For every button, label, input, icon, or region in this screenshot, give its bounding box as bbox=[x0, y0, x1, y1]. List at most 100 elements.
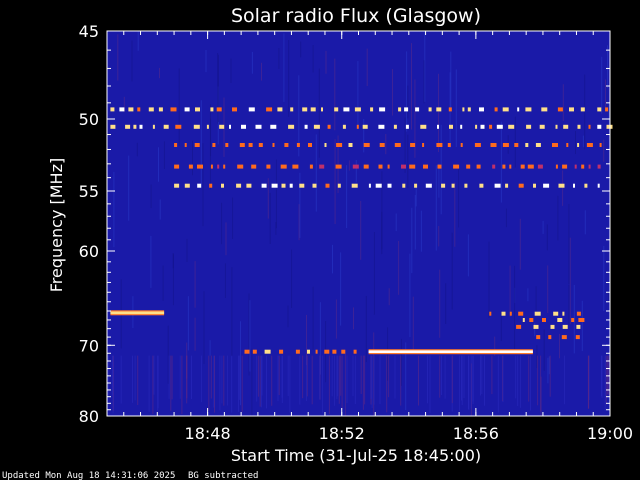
lower-streak bbox=[519, 355, 521, 408]
emission-dot bbox=[423, 164, 428, 169]
emission-dot bbox=[518, 183, 524, 188]
emission-dot bbox=[264, 349, 271, 354]
emission-dot bbox=[557, 107, 563, 112]
emission-dot bbox=[363, 164, 369, 169]
noise-streak bbox=[411, 43, 412, 130]
lower-streak bbox=[111, 355, 113, 396]
noise-streak bbox=[455, 69, 457, 147]
noise-streak bbox=[584, 210, 586, 235]
emission-dot bbox=[573, 183, 575, 188]
noise-streak bbox=[363, 119, 365, 153]
emission-dot bbox=[378, 164, 383, 169]
emission-dot bbox=[239, 143, 245, 147]
emission-dot bbox=[393, 124, 397, 129]
noise-streak bbox=[318, 68, 320, 158]
lower-streak bbox=[306, 355, 308, 401]
noise-streak bbox=[225, 222, 227, 256]
noise-streak bbox=[603, 245, 605, 311]
noise-streak bbox=[534, 322, 536, 337]
emission-dot bbox=[184, 107, 190, 112]
lower-streak bbox=[530, 355, 531, 411]
noise-streak bbox=[467, 234, 469, 277]
lower-streak bbox=[461, 355, 462, 401]
noise-streak bbox=[548, 356, 550, 375]
emission-dot bbox=[517, 107, 520, 112]
noise-streak bbox=[107, 116, 109, 168]
emission-dot bbox=[110, 107, 115, 112]
noise-streak bbox=[340, 252, 342, 326]
noise-streak bbox=[209, 104, 211, 190]
noise-streak bbox=[300, 41, 302, 58]
emission-dot bbox=[188, 164, 193, 169]
lower-streak bbox=[362, 355, 364, 410]
emission-dot bbox=[402, 183, 406, 188]
emission-dot bbox=[351, 183, 358, 188]
emission-dot bbox=[324, 349, 330, 354]
emission-dot bbox=[563, 124, 569, 129]
noise-streak bbox=[575, 131, 576, 155]
lower-streak bbox=[311, 355, 313, 405]
emission-dot bbox=[577, 124, 581, 129]
emission-dot bbox=[535, 143, 541, 147]
x-tick-label: 19:00 bbox=[587, 424, 633, 443]
emission-dot bbox=[270, 124, 277, 129]
noise-streak bbox=[392, 69, 393, 116]
lower-streak bbox=[219, 355, 221, 411]
lower-streak bbox=[418, 355, 419, 406]
emission-dot bbox=[353, 349, 357, 354]
noise-streak bbox=[299, 172, 301, 238]
noise-streak bbox=[562, 84, 564, 121]
noise-streak bbox=[581, 300, 583, 352]
x-tick-label: 18:48 bbox=[185, 424, 231, 443]
emission-dot bbox=[474, 143, 481, 147]
noise-streak bbox=[527, 288, 529, 302]
noise-streak bbox=[543, 329, 545, 371]
emission-dot bbox=[571, 318, 575, 322]
emission-dot bbox=[533, 183, 536, 188]
emission-dot bbox=[490, 143, 497, 147]
noise-streak bbox=[519, 218, 521, 270]
noise-streak bbox=[353, 307, 354, 330]
emission-dot bbox=[341, 349, 346, 354]
lower-streak bbox=[491, 355, 493, 395]
noise-streak bbox=[163, 141, 165, 169]
emission-dot bbox=[467, 107, 471, 112]
noise-streak bbox=[355, 160, 357, 183]
emission-dot bbox=[370, 107, 374, 112]
emission-dot bbox=[223, 164, 226, 169]
emission-dot bbox=[542, 318, 546, 322]
lower-streak bbox=[226, 355, 228, 406]
lower-streak bbox=[120, 355, 122, 404]
emission-dot bbox=[221, 183, 224, 188]
emission-dot bbox=[518, 311, 524, 316]
lower-streak bbox=[346, 355, 348, 404]
lower-streak bbox=[463, 355, 465, 398]
noise-streak bbox=[395, 213, 397, 232]
lower-streak bbox=[281, 355, 283, 398]
emission-dot bbox=[313, 124, 320, 129]
lower-streak bbox=[400, 355, 402, 406]
emission-dot bbox=[324, 143, 327, 147]
y-tick-label: 60 bbox=[79, 242, 99, 261]
emission-dot bbox=[562, 324, 568, 329]
emission-dot bbox=[321, 107, 323, 112]
noise-streak bbox=[569, 237, 571, 325]
emission-dot bbox=[502, 143, 509, 147]
lower-streak bbox=[360, 355, 362, 394]
noise-streak bbox=[414, 195, 416, 250]
emission-dot bbox=[379, 143, 385, 147]
lower-streak bbox=[334, 355, 336, 406]
noise-streak bbox=[451, 232, 453, 310]
noise-streak bbox=[249, 300, 251, 372]
lower-streak bbox=[153, 355, 155, 395]
emission-dot bbox=[296, 143, 300, 147]
emission-dot bbox=[332, 349, 337, 354]
emission-dot bbox=[197, 164, 203, 169]
emission-dot bbox=[288, 124, 295, 129]
emission-dot bbox=[580, 107, 585, 112]
emission-dot bbox=[197, 183, 202, 188]
noise-streak bbox=[128, 155, 130, 221]
noise-streak bbox=[248, 293, 250, 376]
emission-dot bbox=[480, 124, 485, 129]
lower-streak bbox=[451, 355, 453, 404]
